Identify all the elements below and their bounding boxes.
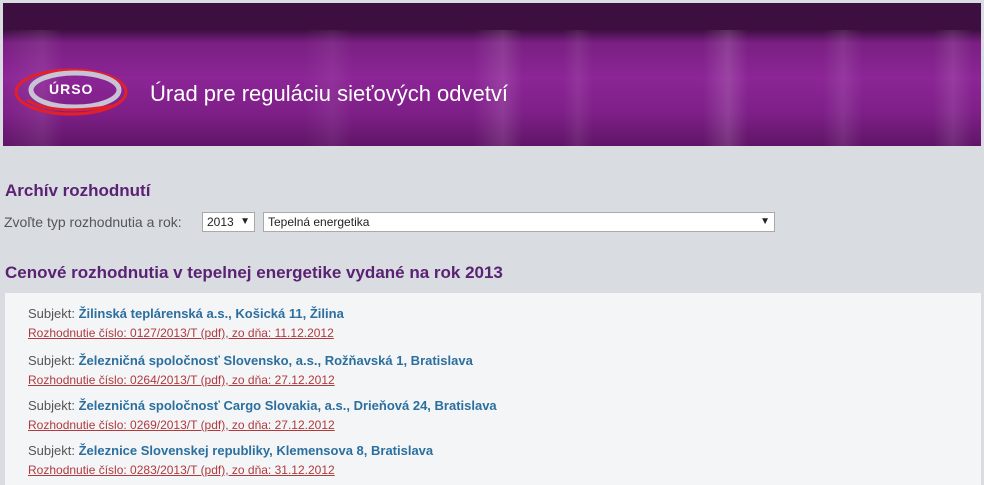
- logo-text: ÚRSO: [49, 81, 94, 97]
- filter-row: Zvoľte typ rozhodnutia a rok:: [4, 212, 182, 232]
- subject-line: Subjekt: Železnice Slovenskej republiky,…: [28, 443, 433, 461]
- subject-prefix: Subjekt:: [28, 353, 75, 368]
- list-item: Subjekt: Železničná spoločnosť Cargo Slo…: [28, 398, 497, 436]
- decision-link[interactable]: Rozhodnutie číslo: 0283/2013/T (pdf), zo…: [28, 463, 433, 481]
- archive-title: Archív rozhodnutí: [5, 181, 151, 200]
- list-item: Subjekt: Železnice Slovenskej republiky,…: [28, 443, 433, 481]
- chevron-down-icon: ▼: [240, 216, 250, 227]
- decision-type-select[interactable]: Tepelná energetika ▼: [263, 212, 775, 232]
- subject-prefix: Subjekt:: [28, 398, 75, 413]
- subject-name[interactable]: Žilinská teplárenská a.s., Košická 11, Ž…: [79, 306, 344, 321]
- filter-label: Zvoľte typ rozhodnutia a rok:: [4, 214, 182, 230]
- subject-name[interactable]: Železničná spoločnosť Slovensko, a.s., R…: [79, 353, 473, 368]
- decision-link[interactable]: Rozhodnutie číslo: 0264/2013/T (pdf), zo…: [28, 373, 473, 391]
- year-select-value: 2013: [207, 215, 234, 229]
- subject-line: Subjekt: Žilinská teplárenská a.s., Koši…: [28, 306, 344, 324]
- year-select[interactable]: 2013 ▼: [202, 212, 255, 232]
- header-top-bar: [3, 3, 981, 30]
- list-item: Subjekt: Železničná spoločnosť Slovensko…: [28, 353, 473, 391]
- subject-line: Subjekt: Železničná spoločnosť Slovensko…: [28, 353, 473, 371]
- site-header: ÚRSO Úrad pre reguláciu sieťových odvetv…: [3, 3, 981, 146]
- decisions-list: Subjekt: Žilinská teplárenská a.s., Koši…: [5, 293, 981, 485]
- decision-link[interactable]: Rozhodnutie číslo: 0127/2013/T (pdf), zo…: [28, 326, 344, 344]
- subject-name[interactable]: Železničná spoločnosť Cargo Slovakia, a.…: [79, 398, 497, 413]
- subject-prefix: Subjekt:: [28, 443, 75, 458]
- urso-logo[interactable]: ÚRSO: [13, 66, 133, 118]
- subject-prefix: Subjekt:: [28, 306, 75, 321]
- subject-line: Subjekt: Železničná spoločnosť Cargo Slo…: [28, 398, 497, 416]
- decision-link[interactable]: Rozhodnutie číslo: 0269/2013/T (pdf), zo…: [28, 418, 497, 436]
- site-title: Úrad pre reguláciu sieťových odvetví: [150, 81, 508, 106]
- decision-type-value: Tepelná energetika: [268, 215, 370, 229]
- list-item: Subjekt: Žilinská teplárenská a.s., Koši…: [28, 306, 344, 344]
- chevron-down-icon: ▼: [760, 216, 770, 227]
- decisions-title: Cenové rozhodnutia v tepelnej energetike…: [5, 263, 503, 282]
- subject-name[interactable]: Železnice Slovenskej republiky, Klemenso…: [79, 443, 434, 458]
